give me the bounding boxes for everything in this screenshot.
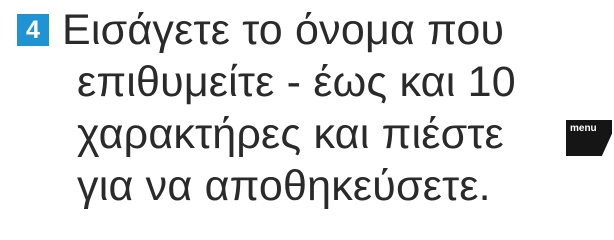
menu-key-icon: menu (566, 120, 612, 156)
menu-key-label: menu (570, 123, 597, 134)
instruction-step: 4 Εισάγετε το όνομα που επιθυμείτε - έως… (0, 0, 614, 220)
instruction-line-4: για να αποθηκεύσετε. (77, 162, 491, 210)
instruction-line-2: επιθυμείτε - έως και 10 (77, 58, 516, 106)
instruction-line-1: Εισάγετε το όνομα που (62, 6, 505, 54)
instruction-line-3: χαρακτήρες και πιέστε (77, 110, 504, 158)
step-number-badge: 4 (17, 14, 49, 46)
